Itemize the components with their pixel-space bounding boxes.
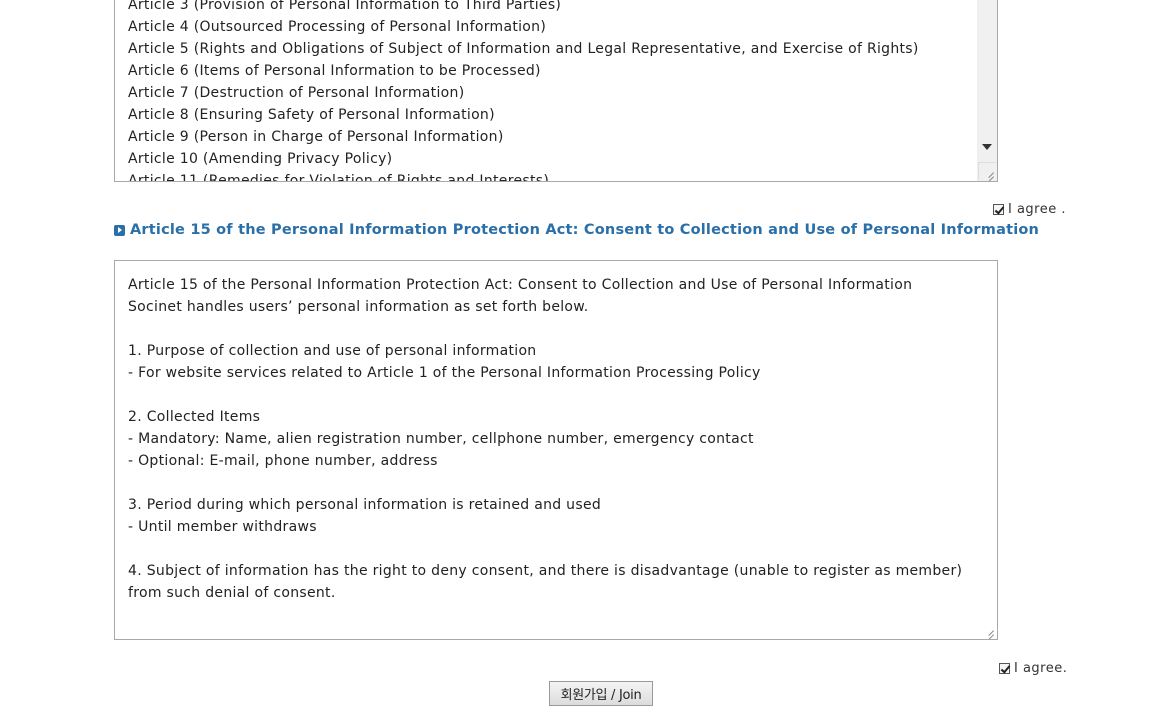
policy-article-item: Article 7 (Destruction of Personal Infor… (128, 85, 465, 101)
privacy-policy-textarea[interactable]: Article 3 (Provision of Personal Informa… (114, 0, 998, 182)
page: Article 3 (Provision of Personal Informa… (0, 0, 1162, 720)
agree-consent[interactable]: I agree. (999, 661, 1067, 676)
agree-privacy-checkbox[interactable] (993, 204, 1004, 215)
policy-article-item: Article 5 (Rights and Obligations of Sub… (128, 41, 919, 57)
join-button[interactable]: 회원가입 / Join (549, 681, 653, 706)
consent-line: 1. Purpose of collection and use of pers… (128, 343, 537, 359)
vertical-scrollbar[interactable] (977, 0, 997, 181)
consent-line (128, 472, 978, 494)
consent-section-title: Article 15 of the Personal Information P… (130, 222, 1040, 238)
policy-article-item: Article 4 (Outsourced Processing of Pers… (128, 19, 547, 35)
consent-textarea[interactable]: Article 15 of the Personal Information P… (114, 260, 998, 640)
consent-line: Article 15 of the Personal Information P… (128, 277, 913, 293)
agree-privacy-label: I agree . (1008, 202, 1067, 217)
agree-consent-checkbox[interactable] (999, 663, 1010, 674)
scroll-down-arrow-icon[interactable] (982, 144, 992, 150)
consent-line: - Mandatory: Name, alien registration nu… (128, 431, 754, 447)
consent-line (128, 318, 978, 340)
consent-line: - Until member withdraws (128, 519, 317, 535)
policy-article-item: Article 6 (Items of Personal Information… (128, 63, 541, 79)
consent-line (128, 384, 978, 406)
policy-article-item: Article 11 (Remedies for Violation of Ri… (128, 173, 550, 182)
consent-line (128, 538, 978, 560)
arrow-bullet-icon (114, 224, 125, 236)
policy-article-item: Article 3 (Provision of Personal Informa… (128, 0, 562, 13)
consent-line: - Optional: E-mail, phone number, addres… (128, 453, 438, 469)
policy-article-list: Article 3 (Provision of Personal Informa… (128, 0, 919, 182)
consent-line: 2. Collected Items (128, 409, 261, 425)
resize-grip-icon[interactable] (978, 162, 996, 180)
consent-line: 3. Period during which personal informat… (128, 497, 602, 513)
policy-article-item: Article 10 (Amending Privacy Policy) (128, 151, 393, 167)
consent-line: 4. Subject of information has the right … (128, 563, 963, 601)
consent-line: - For website services related to Articl… (128, 365, 761, 381)
consent-section-heading: Article 15 of the Personal Information P… (114, 222, 1039, 238)
resize-grip-icon[interactable] (978, 620, 996, 638)
policy-article-item: Article 9 (Person in Charge of Personal … (128, 129, 504, 145)
consent-text: Article 15 of the Personal Information P… (128, 274, 978, 604)
consent-line: Socinet handles users’ personal informat… (128, 299, 589, 315)
agree-consent-label: I agree. (1014, 661, 1068, 676)
agree-privacy-policy[interactable]: I agree . (993, 202, 1066, 217)
policy-article-item: Article 8 (Ensuring Safety of Personal I… (128, 107, 495, 123)
